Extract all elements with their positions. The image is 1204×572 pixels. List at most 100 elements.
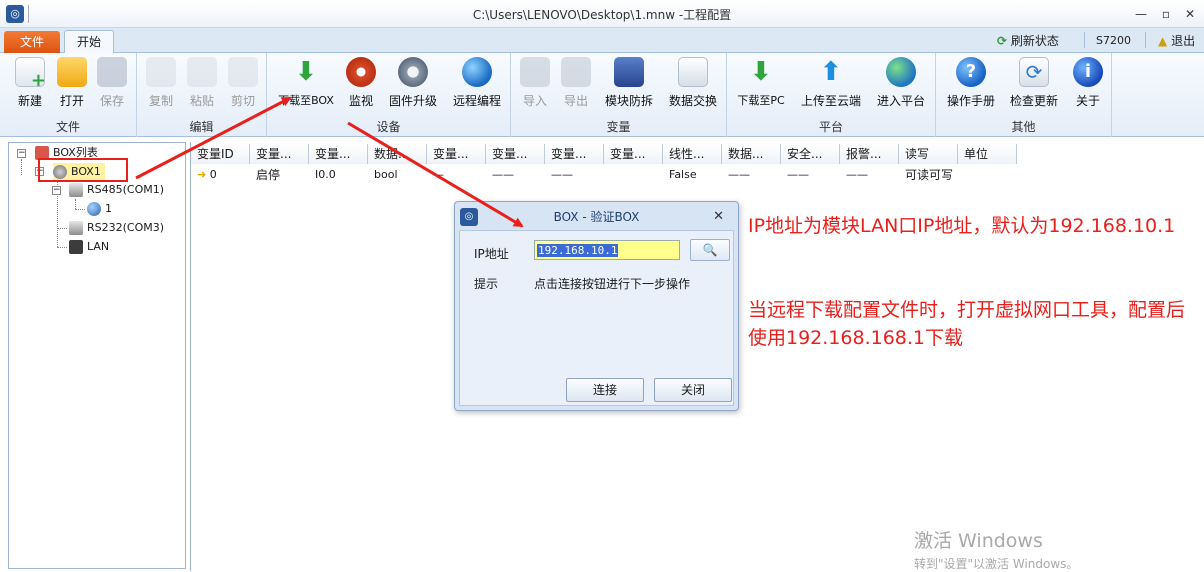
box1-highlight-annotation <box>38 158 128 182</box>
refresh-status-button[interactable]: ⟳ 刷新状态 <box>997 32 1059 50</box>
tree-collapse-toggle[interactable]: − <box>52 186 61 195</box>
ip-address-input[interactable]: 192.168.10.1 <box>534 240 680 260</box>
column-header[interactable]: 单位 <box>958 144 1017 164</box>
download-to-pc-button[interactable]: ⬇ 下载至PC <box>733 57 789 115</box>
tree-node-device-1[interactable]: 1 <box>87 200 112 218</box>
tab-file[interactable]: 文件 <box>4 31 60 53</box>
column-header[interactable]: 变量... <box>545 144 604 164</box>
search-button[interactable]: 🔍 <box>690 239 730 261</box>
ribbon-group-device: ⬇ 下载至BOX 监视 固件升级 远程编程 设备 <box>267 53 511 137</box>
column-header[interactable]: 变量ID <box>191 144 250 164</box>
ribbon-group-label: 设备 <box>376 120 401 134</box>
dialog-title-bar[interactable]: ◎ BOX - 验证BOX ✕ <box>455 202 738 230</box>
ribbon-group-label: 其他 <box>1011 120 1036 134</box>
new-button[interactable]: + 新建 <box>10 57 50 115</box>
tree-node-rs485[interactable]: RS485(COM1) <box>69 181 164 199</box>
remote-programming-button[interactable]: 远程编程 <box>447 57 507 115</box>
tree-node-lan[interactable]: LAN <box>69 238 109 256</box>
export-arrow-icon <box>561 57 591 87</box>
paste-button[interactable]: 粘贴 <box>182 57 222 115</box>
monitor-button[interactable]: 监视 <box>341 57 381 115</box>
ribbon-group-file: + 新建 打开 保存 文件 <box>0 53 137 137</box>
enter-platform-button[interactable]: 进入平台 <box>872 57 930 115</box>
watermark-subtitle: 转到"设置"以激活 Windows。 <box>914 557 1079 571</box>
network-port-icon <box>69 240 83 254</box>
column-header[interactable]: 变量... <box>427 144 486 164</box>
table-cell: I0.0 <box>315 168 336 181</box>
exchange-arrows-icon <box>678 57 708 87</box>
connect-button[interactable]: 连接 <box>566 378 644 402</box>
tree-collapse-toggle[interactable]: − <box>17 149 26 158</box>
windows-activation-watermark: 激活 Windows 转到"设置"以激活 Windows。 <box>914 526 1078 572</box>
user-icon: ▲ <box>1158 34 1168 48</box>
table-cell <box>604 166 663 184</box>
column-header[interactable]: 数据... <box>368 144 427 164</box>
model-label: S7200 <box>1096 34 1131 47</box>
tree-line <box>75 199 76 209</box>
annotation-remote-note: 当远程下载配置文件时，打开虚拟网口工具，配置后使用192.168.168.1下载 <box>748 299 1186 349</box>
ribbon-tab-row: 文件 开始 ⟳ 刷新状态 S7200 ▲ 退出 <box>0 28 1204 54</box>
ribbon-group-other: ? 操作手册 ⟳ 检查更新 i 关于 其他 <box>936 53 1112 137</box>
ribbon-group-platform: ⬇ 下载至PC ⬆ 上传至云端 进入平台 平台 <box>727 53 936 137</box>
column-header[interactable]: 变量... <box>486 144 545 164</box>
tree-line <box>57 228 67 229</box>
upload-to-cloud-button[interactable]: ⬆ 上传至云端 <box>797 57 865 115</box>
ip-address-value: 192.168.10.1 <box>537 244 619 257</box>
ribbon: + 新建 打开 保存 文件 复制 粘贴 剪切 编辑 ⬇ 下载至BOX 监视 固件… <box>0 53 1204 137</box>
variable-arrow-icon: ➜ <box>197 168 207 181</box>
column-header[interactable]: 变量... <box>309 144 368 164</box>
data-exchange-button[interactable]: 数据交换 <box>663 57 723 115</box>
scissors-icon <box>228 57 258 87</box>
import-button[interactable]: 导入 <box>515 57 555 115</box>
tree-line <box>21 159 22 175</box>
column-header[interactable]: 读写 <box>899 144 958 164</box>
tab-separator <box>1084 32 1085 48</box>
window-title: C:\Users\LENOVO\Desktop\1.mnw -工程配置 <box>472 8 732 22</box>
refresh-status-label: 刷新状态 <box>1010 34 1059 48</box>
table-header: 变量ID 变量... 变量... 数据... 变量... 变量... 变量...… <box>191 144 1204 164</box>
tree-line <box>75 209 85 210</box>
logout-button[interactable]: ▲ 退出 <box>1158 32 1195 50</box>
dialog-close-button[interactable]: ✕ <box>713 209 724 224</box>
about-button[interactable]: i 关于 <box>1068 57 1108 115</box>
download-arrow-icon: ⬇ <box>750 57 772 87</box>
serial-port-icon <box>69 221 83 235</box>
paste-icon <box>187 57 217 87</box>
column-header[interactable]: 安全... <box>781 144 840 164</box>
firmware-upgrade-button[interactable]: 固件升级 <box>385 57 441 115</box>
table-cell: 启停 <box>256 168 281 182</box>
minimize-button[interactable]: — <box>1133 6 1149 22</box>
ribbon-group-edit: 复制 粘贴 剪切 编辑 <box>137 53 267 137</box>
manual-button[interactable]: ? 操作手册 <box>942 57 1000 115</box>
column-header[interactable]: 线性... <box>663 144 722 164</box>
export-button[interactable]: 导出 <box>556 57 596 115</box>
info-icon: i <box>1073 57 1103 87</box>
close-dialog-button[interactable]: 关闭 <box>654 378 732 402</box>
refresh-icon: ⟳ <box>997 34 1008 48</box>
hint-text: 点击连接按钮进行下一步操作 <box>534 277 691 291</box>
table-cell: —— <box>846 168 868 181</box>
verify-box-dialog: ◎ BOX - 验证BOX ✕ IP地址 192.168.10.1 🔍 提示 点… <box>454 201 739 411</box>
check-update-button[interactable]: ⟳ 检查更新 <box>1006 57 1062 115</box>
column-header[interactable]: 变量... <box>250 144 309 164</box>
tab-start[interactable]: 开始 <box>64 30 114 54</box>
folder-open-icon <box>57 57 87 87</box>
ip-address-label: IP地址 <box>474 247 509 261</box>
download-to-box-button[interactable]: ⬇ 下载至BOX <box>275 57 337 115</box>
close-button[interactable]: ✕ <box>1182 6 1198 22</box>
globe-icon <box>886 57 916 87</box>
save-button[interactable]: 保存 <box>92 57 132 115</box>
tree-node-rs232[interactable]: RS232(COM3) <box>69 219 164 237</box>
ribbon-group-variable: 导入 导出 模块防拆 数据交换 变量 <box>511 53 727 137</box>
search-icon: 🔍 <box>702 243 718 257</box>
restore-button[interactable]: ▫ <box>1158 6 1174 22</box>
column-header[interactable]: 变量... <box>604 144 663 164</box>
anti-tamper-button[interactable]: 模块防拆 <box>601 57 657 115</box>
table-cell: —— <box>551 168 573 181</box>
ribbon-group-label: 变量 <box>606 120 631 134</box>
cut-button[interactable]: 剪切 <box>223 57 263 115</box>
open-button[interactable]: 打开 <box>52 57 92 115</box>
column-header[interactable]: 报警... <box>840 144 899 164</box>
copy-button[interactable]: 复制 <box>141 57 181 115</box>
column-header[interactable]: 数据... <box>722 144 781 164</box>
